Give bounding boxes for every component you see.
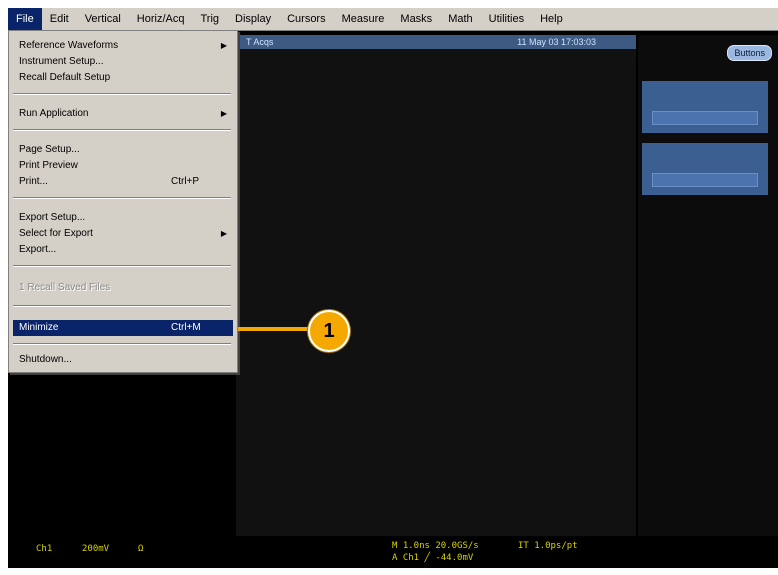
menu-cursors[interactable]: Cursors <box>279 8 334 30</box>
screen-title-bar: T Acqs 11 May 03 17:03:03 <box>236 35 636 49</box>
menu-item-export[interactable]: Export... <box>19 243 231 257</box>
menu-edit[interactable]: Edit <box>42 8 77 30</box>
menu-separator <box>13 197 231 199</box>
menu-item-print-preview[interactable]: Print Preview <box>19 159 231 173</box>
menu-item-label: Select for Export <box>19 228 93 239</box>
scope-app-window: File Edit Vertical Horiz/Acq Trig Displa… <box>8 8 778 568</box>
menu-separator <box>13 93 231 95</box>
menu-help[interactable]: Help <box>532 8 571 30</box>
control-field-lower[interactable] <box>652 173 758 187</box>
menu-display[interactable]: Display <box>227 8 279 30</box>
control-panel-upper[interactable] <box>642 81 768 133</box>
vertical-scale[interactable]: 200mV <box>82 544 109 554</box>
menu-math[interactable]: Math <box>440 8 480 30</box>
menu-item-minimize[interactable]: Minimize Ctrl+M <box>13 320 233 336</box>
control-panel-lower[interactable] <box>642 143 768 195</box>
date-time: 11 May 03 17:03:03 <box>517 37 596 47</box>
menu-item-run-application[interactable]: Run Application ▶ <box>19 107 231 121</box>
channel-label[interactable]: Ch1 <box>36 544 52 554</box>
menu-item-select-for-export[interactable]: Select for Export ▶ <box>19 227 231 241</box>
callout-leader-line <box>238 327 310 331</box>
menu-separator <box>13 305 231 307</box>
submenu-arrow-icon: ▶ <box>220 41 227 50</box>
menu-horiz-acq[interactable]: Horiz/Acq <box>129 8 193 30</box>
callout-number-badge: 1 <box>308 310 350 352</box>
menu-item-label: Reference Waveforms <box>19 40 119 51</box>
menu-item-instrument-setup[interactable]: Instrument Setup... <box>19 55 231 69</box>
menu-item-export-setup[interactable]: Export Setup... <box>19 211 231 225</box>
menu-item-recall-saved-files: 1 Recall Saved Files <box>19 282 111 293</box>
coupling-symbol: Ω <box>138 544 144 554</box>
menu-item-label: Print... <box>19 176 48 187</box>
menu-vertical[interactable]: Vertical <box>77 8 129 30</box>
file-menu-dropdown: Reference Waveforms ▶ Instrument Setup..… <box>8 30 238 373</box>
menu-separator <box>13 343 231 345</box>
buttons-toggle-button[interactable]: Buttons <box>727 45 772 61</box>
menu-item-label: Run Application <box>19 108 89 119</box>
submenu-arrow-icon: ▶ <box>220 109 227 118</box>
menu-trig[interactable]: Trig <box>192 8 227 30</box>
right-control-panel: Buttons <box>638 35 778 536</box>
menu-item-reference-waveforms[interactable]: Reference Waveforms ▶ <box>19 39 231 53</box>
status-bar: Ch1 200mV Ω M 1.0ns 20.0GS/s IT 1.0ps/pt… <box>8 536 778 568</box>
menu-bar: File Edit Vertical Horiz/Acq Trig Displa… <box>8 8 778 31</box>
menu-file[interactable]: File <box>8 8 42 30</box>
submenu-arrow-icon: ▶ <box>220 229 227 238</box>
menu-item-shutdown[interactable]: Shutdown... <box>19 353 231 367</box>
control-field-upper[interactable] <box>652 111 758 125</box>
menu-utilities[interactable]: Utilities <box>481 8 532 30</box>
shortcut-label: Ctrl+P <box>171 176 200 187</box>
waveform-display[interactable] <box>236 49 636 536</box>
menu-item-print[interactable]: Print... Ctrl+P <box>19 175 231 189</box>
shortcut-label: Ctrl+M <box>171 322 201 333</box>
menu-separator <box>13 129 231 131</box>
menu-separator <box>13 265 231 267</box>
menu-masks[interactable]: Masks <box>392 8 440 30</box>
trigger-readout[interactable]: A Ch1 ╱ -44.0mV <box>392 553 473 563</box>
menu-item-page-setup[interactable]: Page Setup... <box>19 143 231 157</box>
menu-item-recall-default-setup[interactable]: Recall Default Setup <box>19 71 231 85</box>
menu-measure[interactable]: Measure <box>334 8 393 30</box>
timebase-readout[interactable]: M 1.0ns 20.0GS/s <box>392 541 479 551</box>
acquisition-count: T Acqs <box>246 37 274 47</box>
trigger-status: IT 1.0ps/pt <box>518 541 578 551</box>
